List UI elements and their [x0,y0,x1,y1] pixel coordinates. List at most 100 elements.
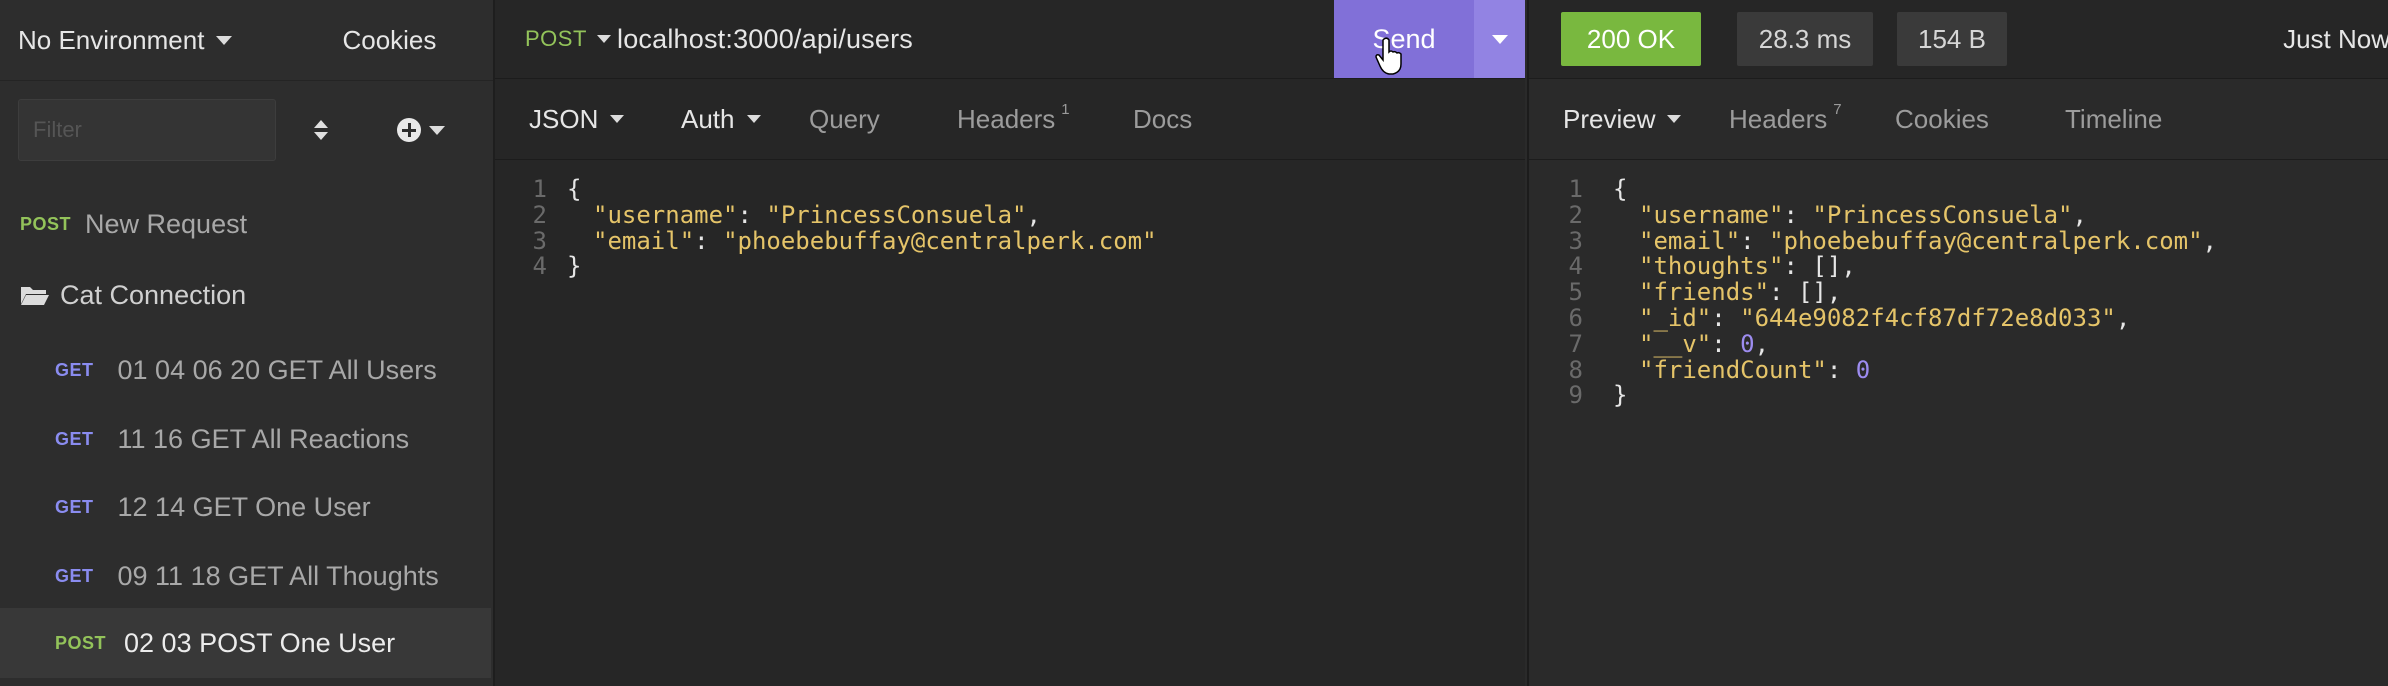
send-options-button[interactable] [1474,0,1525,78]
line-number: 9 [1568,381,1583,410]
sidebar-header: No Environment Cookies [0,0,493,81]
json-value: [] [1812,252,1842,281]
sidebar-item-label: 09 11 18 GET All Thoughts [117,560,439,591]
code-text: { [567,175,582,203]
app-window: No Environment Cookies POST New Request [0,0,2388,686]
line-number: 4 [532,252,547,281]
response-body-viewer: 1 { 2 "username": "PrincessConsuela", 3 … [1529,175,2217,409]
line-number: 4 [1568,252,1583,281]
json-key: "email" [1639,226,1741,255]
method-label: POST [525,26,587,51]
method-badge: POST [20,213,72,234]
json-value: "phoebebuffay@centralperk.com" [723,226,1157,255]
line-number: 3 [532,226,547,255]
code-text: { [1613,175,1628,203]
method-selector[interactable]: POST [495,26,615,52]
hand-cursor-icon [1375,37,1402,75]
tab-label: Headers [1729,103,1828,134]
status-badge: 200 OK [1561,12,1701,66]
code-line: 9 } [1529,383,2217,409]
line-number: 2 [532,200,547,229]
method-badge: GET [55,359,94,380]
tab-query[interactable]: Query [809,104,917,135]
response-tabs: Preview Headers 7 Cookies Timeline [1529,79,2388,160]
add-button[interactable] [366,118,476,142]
code-line: 1 { [1529,175,2217,203]
tab-timeline[interactable]: Timeline [2065,104,2162,135]
filter-row [0,81,493,179]
tab-preview[interactable]: Preview [1563,104,1697,135]
tab-response-headers[interactable]: Headers 7 [1729,100,1865,135]
chevron-down-icon [1491,34,1508,44]
sidebar-item-get-all-users[interactable]: GET 01 04 06 20 GET All Users [0,348,491,392]
json-value: "PrincessConsuela" [766,200,1027,229]
json-key: "_id" [1639,303,1712,332]
code-line: 2 "username": "PrincessConsuela", [495,200,1157,229]
sidebar-item-new-request[interactable]: POST New Request [0,202,491,246]
json-value: 0 [1855,355,1871,384]
code-line: 8 "friendCount": 0 [1529,355,2217,384]
sidebar-item-post-one-user[interactable]: POST 02 03 POST One User [0,608,491,678]
request-pane: POST Send JSON Auth Query Headers 1 [495,0,1525,686]
tab-auth[interactable]: Auth [681,104,809,135]
method-badge: GET [55,565,94,586]
line-number: 3 [1568,226,1583,255]
line-number: 2 [1568,200,1583,229]
json-key: "email" [593,226,695,255]
line-number: 5 [1568,278,1583,307]
sidebar-item-get-all-thoughts[interactable]: GET 09 11 18 GET All Thoughts [0,554,491,598]
tab-cookies[interactable]: Cookies [1895,104,2013,135]
sidebar-item-label: 11 16 GET All Reactions [117,423,410,454]
sort-button[interactable] [276,118,366,142]
json-key: "__v" [1639,329,1712,358]
code-text: } [567,252,582,281]
sidebar-item-get-all-reactions[interactable]: GET 11 16 GET All Reactions [0,417,491,461]
time-badge: 28.3 ms [1737,12,1873,66]
tab-json[interactable]: JSON [529,104,649,135]
sidebar-item-label: 02 03 POST One User [124,627,396,658]
line-number: 8 [1568,355,1583,384]
tab-docs[interactable]: Docs [1133,104,1192,135]
json-value: "PrincessConsuela" [1812,200,2073,229]
sidebar-item-label: 01 04 06 20 GET All Users [117,354,437,385]
headers-count-badge: 1 [1061,100,1070,118]
url-input[interactable] [615,22,1309,56]
line-number: 1 [1568,175,1583,203]
plus-circle-icon [397,118,421,142]
line-number: 7 [1568,329,1583,358]
response-pane: 200 OK 28.3 ms 154 B Just Now Preview He… [1527,0,2388,686]
chevron-down-icon [596,35,611,43]
headers-count-badge: 7 [1833,100,1842,118]
sidebar-folder-cat-connection[interactable]: Cat Connection [0,273,491,317]
method-badge: GET [55,496,94,517]
tab-label: Headers [957,103,1056,134]
code-text: } [1613,381,1628,410]
json-value: "644e9082f4cf87df72e8d033" [1740,303,2116,332]
sidebar-item-get-one-user[interactable]: GET 12 14 GET One User [0,485,491,529]
response-status-bar: 200 OK 28.3 ms 154 B Just Now [1529,0,2388,79]
code-line: 1 { [495,175,1157,203]
tab-label: Auth [681,103,735,134]
code-line: 2 "username": "PrincessConsuela", [1529,200,2217,229]
chevron-down-icon [746,115,761,123]
sidebar: No Environment Cookies POST New Request [0,0,495,686]
code-line: 6 "_id": "644e9082f4cf87df72e8d033", [1529,303,2217,332]
json-key: "friendCount" [1639,355,1827,384]
response-timestamp: Just Now [2283,23,2388,54]
request-tabs: JSON Auth Query Headers 1 Docs [495,79,1525,160]
chevron-down-icon [1667,115,1682,123]
environment-selector[interactable]: No Environment [0,25,286,56]
json-key: "friends" [1639,278,1770,307]
tab-headers[interactable]: Headers 1 [957,100,1093,135]
line-number: 1 [532,175,547,203]
code-line: 4 "thoughts": [], [1529,252,2217,281]
json-key: "username" [1639,200,1784,229]
tab-label: JSON [529,103,599,134]
request-body-editor[interactable]: 1 { 2 "username": "PrincessConsuela", 3 … [495,175,1157,281]
filter-input[interactable] [18,99,276,161]
json-key: "username" [593,200,738,229]
folder-open-icon [21,287,49,305]
sidebar-item-label: 12 14 GET One User [117,491,371,522]
cookies-button[interactable]: Cookies [286,25,493,56]
code-line: 7 "__v": 0, [1529,329,2217,358]
